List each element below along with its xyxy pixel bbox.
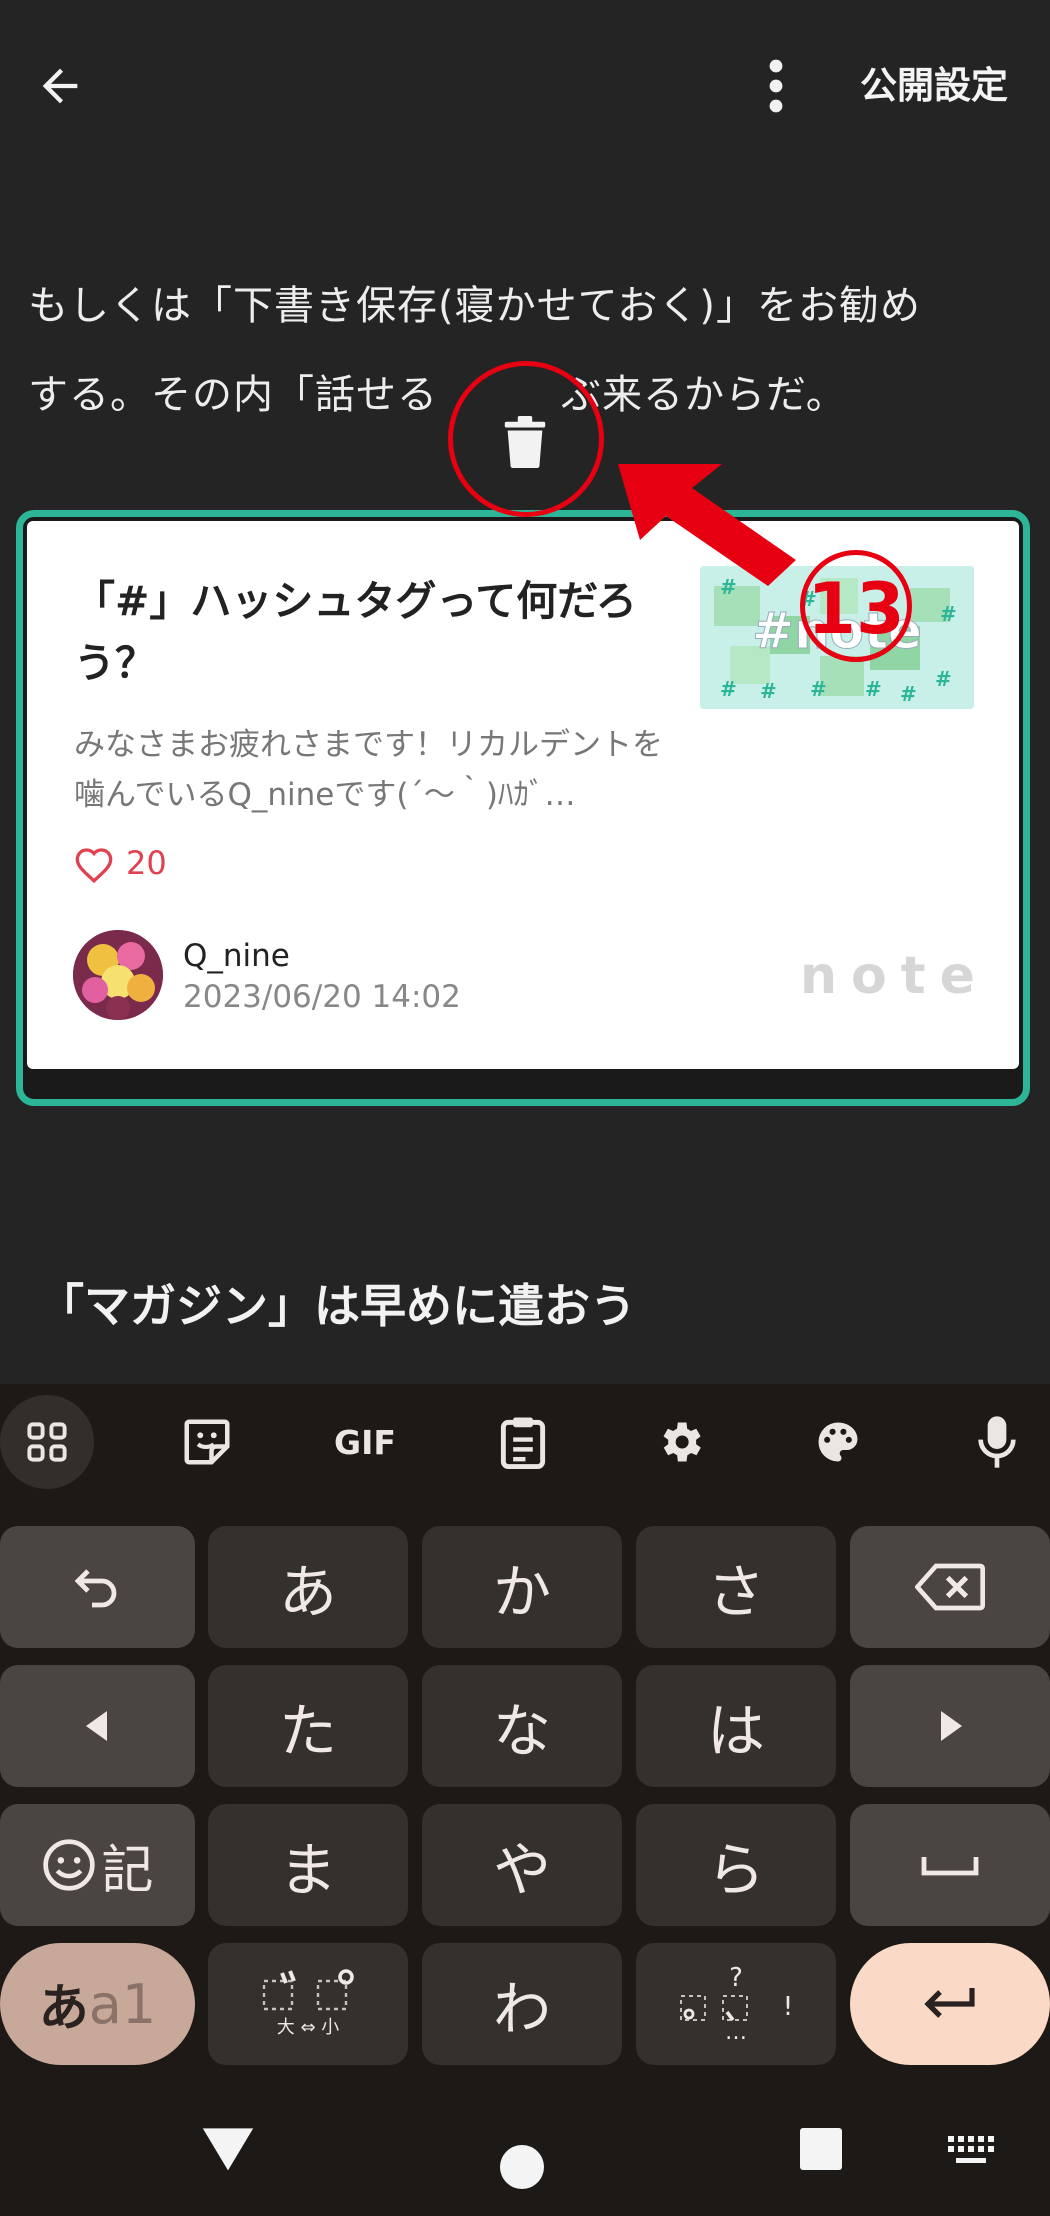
undo-icon (74, 1569, 116, 1608)
input-mode-toggle-key[interactable]: あ a1 (0, 1943, 195, 2065)
key-a[interactable]: あ (208, 1526, 408, 1648)
author-avatar (73, 930, 163, 1020)
sticker-icon (184, 1419, 230, 1465)
card-description: みなさまお疲れさまです！リカルデントを噛んでいるQ_nineです(´〜｀)ﾊｶﾞ… (74, 727, 663, 813)
publish-settings-button[interactable]: 公開設定 (860, 56, 1008, 116)
section-heading[interactable]: 「マガジン」は早めに遣おう (38, 1270, 636, 1336)
undo-key[interactable] (0, 1526, 195, 1648)
nav-back-button[interactable] (200, 2120, 256, 2176)
smiley-icon (43, 1839, 96, 1891)
voice-input-button[interactable] (950, 1395, 1044, 1489)
clipboard-icon (500, 1417, 546, 1469)
punctuation-key[interactable]: ? ! … (636, 1943, 836, 2065)
left-arrow-icon (85, 1711, 107, 1741)
key-ha[interactable]: は (636, 1665, 836, 1787)
note-logo: note (800, 946, 989, 1006)
body-paragraph-2[interactable]: する。その内「話せる ぶ来るからだ。 (28, 362, 847, 420)
annotation-circle (448, 361, 604, 517)
key-ra[interactable]: ら (636, 1804, 836, 1926)
cursor-left-key[interactable] (0, 1665, 195, 1787)
punctuation-icon (679, 1995, 748, 2022)
cursor-right-key[interactable] (850, 1665, 1050, 1787)
back-button[interactable] (24, 50, 96, 122)
enter-icon (924, 1988, 975, 2018)
apps-grid-button[interactable] (0, 1395, 94, 1489)
keyboard-settings-button[interactable] (633, 1395, 727, 1489)
dakuten-icon (262, 1969, 354, 2011)
svg-text:#: # (810, 677, 827, 701)
body-paragraph-1[interactable]: もしくは「下書き保存(寝かせておく)」をお勧め (28, 273, 921, 331)
back-arrow-icon (42, 68, 78, 104)
post-date: 2023/06/20 14:02 (183, 979, 461, 1015)
dakuten-key[interactable]: 大 ⇔ 小 (208, 1943, 408, 2065)
svg-text:#: # (940, 602, 957, 626)
mic-icon (978, 1416, 1016, 1468)
enter-key[interactable] (850, 1943, 1050, 2065)
right-arrow-icon (941, 1711, 962, 1741)
settings-icon (663, 1422, 701, 1462)
card-title: 「#」ハッシュタグって何だろう？ (74, 577, 637, 687)
more-vert-icon (769, 59, 783, 113)
author-name: Q_nine (183, 938, 290, 974)
key-na[interactable]: な (422, 1665, 622, 1787)
svg-text:#: # (935, 667, 952, 691)
svg-text:#: # (760, 679, 777, 703)
space-key[interactable] (850, 1804, 1050, 1926)
nav-back-icon (202, 2128, 254, 2171)
annotation-number: 13 (800, 550, 912, 662)
theme-button[interactable] (791, 1395, 885, 1489)
key-sa[interactable]: さ (636, 1526, 836, 1648)
nav-home-button[interactable] (500, 2145, 544, 2189)
emoji-symbol-key[interactable]: 記 (0, 1804, 195, 1926)
sticker-button[interactable] (160, 1395, 254, 1489)
keyboard-icon (948, 2136, 994, 2163)
space-icon (921, 1857, 979, 1876)
svg-text:#: # (865, 677, 882, 701)
backspace-key[interactable] (850, 1526, 1050, 1648)
more-options-button[interactable] (740, 50, 812, 122)
svg-text:#: # (900, 682, 917, 706)
key-ya[interactable]: や (422, 1804, 622, 1926)
key-ta[interactable]: た (208, 1665, 408, 1787)
heart-icon[interactable] (74, 846, 114, 884)
key-ma[interactable]: ま (208, 1804, 408, 1926)
clipboard-button[interactable] (476, 1395, 570, 1489)
key-ka[interactable]: か (422, 1526, 622, 1648)
backspace-icon (915, 1563, 985, 1611)
palette-icon (818, 1422, 858, 1462)
annotation-arrow (618, 464, 796, 586)
keyboard-switch-button[interactable] (946, 2132, 996, 2168)
key-wa[interactable]: わ (422, 1943, 622, 2065)
apps-icon (27, 1422, 67, 1462)
gif-button[interactable]: GIF (318, 1395, 412, 1489)
svg-text:#: # (720, 677, 737, 701)
like-count: 20 (126, 844, 167, 882)
nav-recents-button[interactable] (800, 2128, 842, 2170)
